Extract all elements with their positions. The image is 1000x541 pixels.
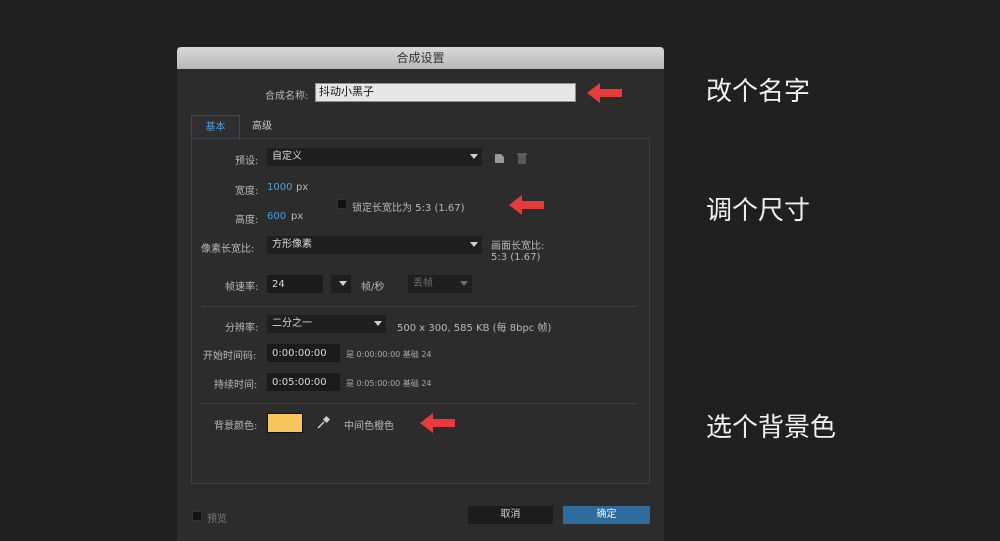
chevron-down-icon <box>460 281 468 286</box>
frame-rate-label: 帧速率: <box>225 282 259 293</box>
divider <box>201 306 637 307</box>
drop-frame-value: 丢帧 <box>413 278 433 289</box>
resolution-label: 分辨率: <box>225 323 259 334</box>
chevron-down-icon <box>339 281 347 286</box>
comp-name-input[interactable]: 抖动小黑子 <box>315 83 576 102</box>
frame-aspect-label: 画面长宽比: <box>491 241 545 252</box>
dialog-title: 合成设置 <box>177 47 664 69</box>
preset-value: 自定义 <box>272 151 302 162</box>
pixel-aspect-value: 方形像素 <box>272 239 312 250</box>
chevron-down-icon <box>470 154 478 159</box>
annotation-bgcolor: 选个背景色 <box>706 413 837 443</box>
new-preset-icon[interactable] <box>493 150 507 164</box>
start-timecode-label: 开始时间码: <box>203 351 257 362</box>
start-timecode-input[interactable]: 0:00:00:00 <box>267 344 340 362</box>
width-unit: px <box>296 182 309 193</box>
tab-advanced[interactable]: 高级 <box>240 115 284 138</box>
duration-info: 是 0:05:00:00 基础 24 <box>346 379 432 388</box>
duration-label: 持续时间: <box>214 380 258 391</box>
bg-color-label: 背景颜色: <box>214 421 258 432</box>
trash-icon[interactable] <box>515 150 529 164</box>
preview-checkbox[interactable] <box>192 511 202 521</box>
composition-settings-dialog: 合成设置 合成名称: 抖动小黑子 基本 高级 预设: 自定义 宽度: 1000 … <box>177 47 664 541</box>
tab-basic[interactable]: 基本 <box>191 115 240 140</box>
preset-dropdown[interactable]: 自定义 <box>267 148 482 166</box>
lock-ratio-label: 锁定长宽比为 5:3 (1.67) <box>352 203 465 214</box>
width-value[interactable]: 1000 <box>267 182 292 193</box>
divider <box>201 403 637 404</box>
frame-rate-unit: 帧/秒 <box>361 282 385 293</box>
ok-button[interactable]: 确定 <box>563 506 650 524</box>
eyedropper-icon[interactable] <box>315 415 331 431</box>
comp-name-label: 合成名称: <box>265 91 309 102</box>
resolution-dropdown[interactable]: 二分之一 <box>267 315 386 333</box>
red-arrow-icon <box>509 195 544 215</box>
bg-color-name: 中间色橙色 <box>344 421 394 432</box>
annotation-resize: 调个尺寸 <box>706 196 811 226</box>
annotation-rename: 改个名字 <box>706 77 811 107</box>
chevron-down-icon <box>374 321 382 326</box>
width-label: 宽度: <box>235 186 259 197</box>
cancel-button[interactable]: 取消 <box>468 506 553 524</box>
preset-label: 预设: <box>235 156 259 167</box>
red-arrow-icon <box>587 83 622 103</box>
frame-aspect-value: 5:3 (1.67) <box>491 252 541 263</box>
resolution-value: 二分之一 <box>272 318 312 329</box>
height-label: 高度: <box>235 215 259 226</box>
start-timecode-info: 是 0:00:00:00 基础 24 <box>346 350 432 359</box>
frame-rate-input[interactable]: 24 <box>267 275 323 293</box>
bg-color-swatch[interactable] <box>267 413 303 433</box>
resolution-info: 500 x 300, 585 KB (每 8bpc 帧) <box>397 323 552 334</box>
chevron-down-icon <box>470 242 478 247</box>
red-arrow-icon <box>420 413 455 433</box>
preview-label: 预览 <box>207 514 227 525</box>
pixel-aspect-label: 像素长宽比: <box>201 244 255 255</box>
frame-rate-dropdown[interactable] <box>331 275 351 293</box>
height-value[interactable]: 600 <box>267 211 286 222</box>
pixel-aspect-dropdown[interactable]: 方形像素 <box>267 236 482 254</box>
drop-frame-dropdown[interactable]: 丢帧 <box>408 275 472 293</box>
duration-input[interactable]: 0:05:00:00 <box>267 373 340 391</box>
lock-ratio-checkbox[interactable] <box>337 199 347 209</box>
height-unit: px <box>291 211 304 222</box>
